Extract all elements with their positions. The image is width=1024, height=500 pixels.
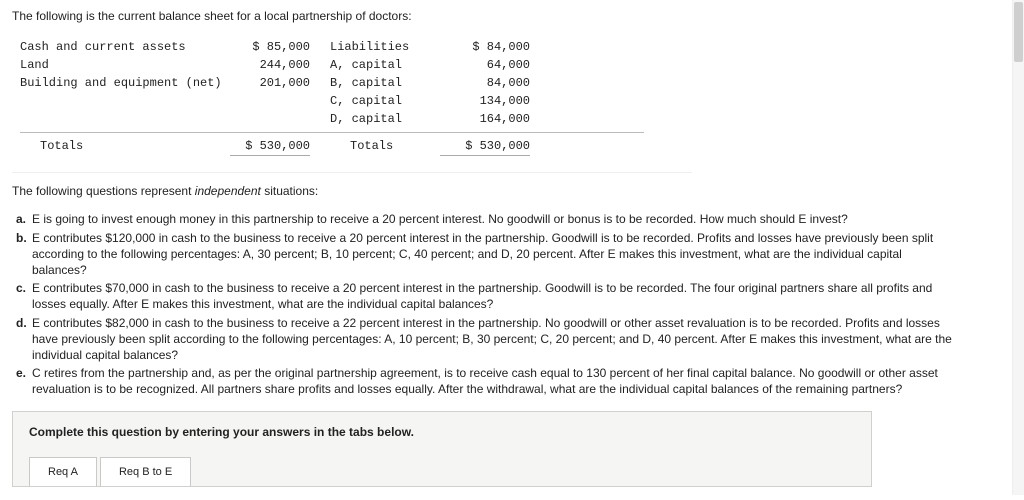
question-letter: e. xyxy=(16,365,32,397)
independent-suffix: situations: xyxy=(261,184,318,198)
liab-label: A, capital xyxy=(330,56,440,74)
vertical-scrollbar[interactable] xyxy=(1012,0,1024,495)
question-item: a. E is going to invest enough money in … xyxy=(16,211,952,227)
tab-req-a[interactable]: Req A xyxy=(29,457,97,487)
liab-amount: 84,000 xyxy=(440,74,530,92)
independent-italic: independent xyxy=(195,184,261,198)
balance-sheet-table: Cash and current assets $ 85,000 Liabili… xyxy=(12,34,652,162)
question-item: d. E contributes $82,000 in cash to the … xyxy=(16,315,952,364)
question-text: E contributes $120,000 in cash to the bu… xyxy=(32,230,952,279)
tab-req-b-to-e[interactable]: Req B to E xyxy=(100,457,191,487)
question-item: e. C retires from the partnership and, a… xyxy=(16,365,952,397)
liab-label: D, capital xyxy=(330,110,440,128)
answer-heading: Complete this question by entering your … xyxy=(29,424,855,440)
question-item: b. E contributes $120,000 in cash to the… xyxy=(16,230,952,279)
asset-label: Land xyxy=(20,56,230,74)
independent-situations-line: The following questions represent indepe… xyxy=(12,183,1012,199)
question-letter: d. xyxy=(16,315,32,364)
totals-amount-right: $ 530,000 xyxy=(440,137,530,156)
question-letter: c. xyxy=(16,280,32,312)
asset-label: Cash and current assets xyxy=(20,38,230,56)
asset-amount: 201,000 xyxy=(230,74,310,92)
liab-amount: 64,000 xyxy=(440,56,530,74)
question-item: c. E contributes $70,000 in cash to the … xyxy=(16,280,952,312)
liab-amount: $ 84,000 xyxy=(440,38,530,56)
question-text: C retires from the partnership and, as p… xyxy=(32,365,952,397)
liab-amount: 134,000 xyxy=(440,92,530,110)
question-text: E contributes $82,000 in cash to the bus… xyxy=(32,315,952,364)
independent-prefix: The following questions represent xyxy=(12,184,195,198)
question-letter: a. xyxy=(16,211,32,227)
liab-label: Liabilities xyxy=(330,38,440,56)
question-letter: b. xyxy=(16,230,32,279)
scrollbar-thumb[interactable] xyxy=(1014,2,1023,62)
tabs-row: Req A Req B to E xyxy=(29,457,855,487)
question-text: E is going to invest enough money in thi… xyxy=(32,211,952,227)
question-text: E contributes $70,000 in cash to the bus… xyxy=(32,280,952,312)
asset-amount: 244,000 xyxy=(230,56,310,74)
question-list: a. E is going to invest enough money in … xyxy=(16,211,952,397)
answer-tabs-container: Complete this question by entering your … xyxy=(12,411,872,487)
totals-label-right: Totals xyxy=(330,137,440,156)
liab-amount: 164,000 xyxy=(440,110,530,128)
liab-label: C, capital xyxy=(330,92,440,110)
totals-amount-left: $ 530,000 xyxy=(230,137,310,156)
totals-label-left: Totals xyxy=(20,137,230,156)
intro-text: The following is the current balance she… xyxy=(12,8,1012,24)
asset-label: Building and equipment (net) xyxy=(20,74,230,92)
liab-label: B, capital xyxy=(330,74,440,92)
asset-amount: $ 85,000 xyxy=(230,38,310,56)
